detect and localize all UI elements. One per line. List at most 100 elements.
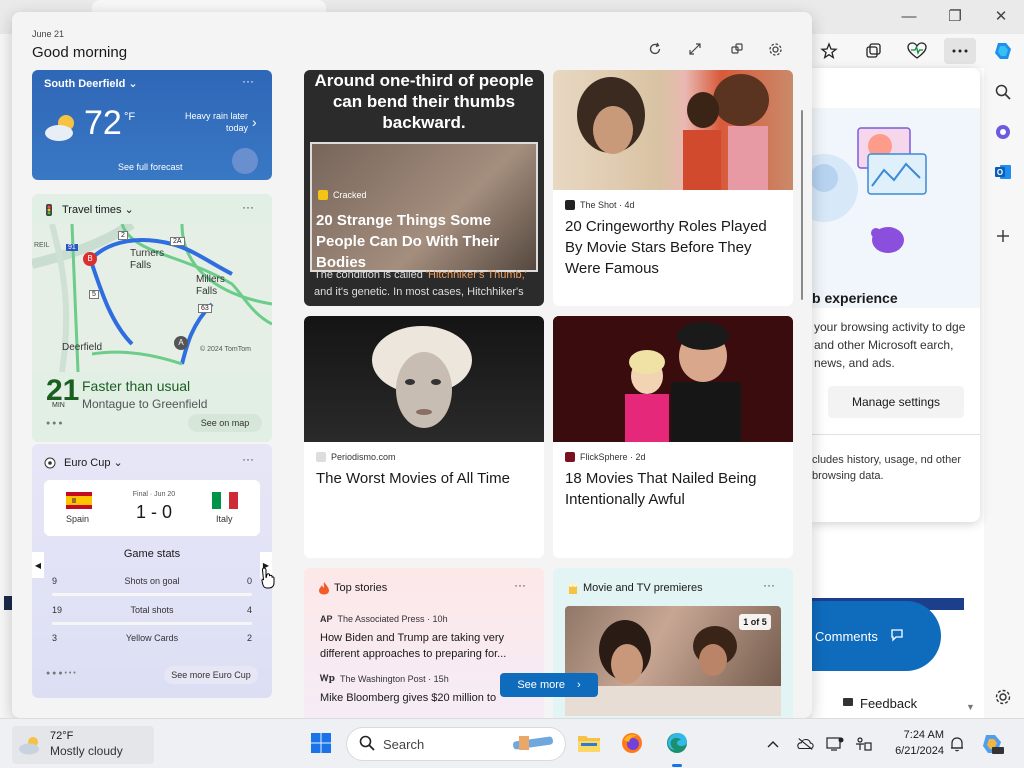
see-more-euro-cup-button[interactable]: See more Euro Cup xyxy=(164,666,258,684)
close-button[interactable]: ✕ xyxy=(984,6,1018,28)
news-headline[interactable]: 20 Cringeworthy Roles Played By Movie St… xyxy=(565,216,785,279)
news-source: FlickSphere · 2d xyxy=(565,452,646,462)
euro-more-icon[interactable]: ··· xyxy=(242,452,254,466)
firefox-icon[interactable] xyxy=(619,730,645,756)
see-more-button[interactable]: See more › xyxy=(500,673,598,697)
travel-times-widget[interactable]: Travel times ⌄ ··· B A Turners Falls Mil… xyxy=(32,194,272,442)
euro-cup-widget[interactable]: Euro Cup ⌄ ··· Spain Final · Jun 20 1 - … xyxy=(32,444,272,698)
comment-bubble-icon xyxy=(890,628,904,645)
chevron-right-icon[interactable]: › xyxy=(252,114,257,130)
taskbar-search-box[interactable]: Search xyxy=(346,727,566,761)
periodismo-logo-icon xyxy=(316,452,326,462)
restore-button[interactable]: ❐ xyxy=(938,6,972,28)
outlook-icon[interactable]: O xyxy=(992,161,1014,183)
search-placeholder: Search xyxy=(383,736,425,752)
more-options-icon[interactable] xyxy=(944,38,976,64)
top-stories-title[interactable]: Top stories xyxy=(334,582,387,594)
weather-widget[interactable]: South Deerfield ⌄ ··· 72 °F Heavy rain l… xyxy=(32,70,272,180)
widgets-settings-icon[interactable] xyxy=(764,38,786,60)
windows-start-icon[interactable] xyxy=(308,730,334,756)
favorites-star-icon[interactable] xyxy=(814,38,844,64)
widgets-scrollbar[interactable] xyxy=(801,110,803,300)
active-app-indicator xyxy=(672,764,682,767)
travel-more-icon[interactable]: ··· xyxy=(242,200,254,214)
manage-settings-button[interactable]: Manage settings xyxy=(828,386,964,418)
news-headline[interactable]: 20 Strange Things Some People Can Do Wit… xyxy=(316,210,536,273)
stat-away: 4 xyxy=(246,605,252,615)
stat-row: 3 Yellow Cards 2 xyxy=(52,633,252,647)
clock-date: 6/21/2024 xyxy=(895,745,944,757)
spain-flag-icon xyxy=(66,492,92,509)
wapo-logo-icon: Ꮃp xyxy=(320,674,335,684)
news-headline[interactable]: How Biden and Trump are taking very diff… xyxy=(320,630,530,662)
collections-icon[interactable] xyxy=(858,38,888,64)
comments-label: Comments xyxy=(815,628,878,644)
news-headline[interactable]: Mike Bloomberg gives $20 million to xyxy=(320,690,530,706)
copilot-sidebar-icon[interactable] xyxy=(992,121,1014,143)
radar-map-icon[interactable] xyxy=(232,148,258,174)
settings-gear-icon[interactable] xyxy=(992,686,1014,708)
pin-widgets-icon[interactable] xyxy=(726,38,748,60)
map-shield-63: 63 xyxy=(198,304,212,313)
news-headline[interactable]: 18 Movies That Nailed Being Intentionall… xyxy=(565,468,785,510)
mouse-cursor-icon xyxy=(260,566,276,595)
stat-bar xyxy=(52,593,252,596)
scroll-down-icon[interactable]: ▼ xyxy=(966,702,975,712)
stat-label: Yellow Cards xyxy=(125,633,179,643)
copilot-icon[interactable] xyxy=(988,38,1018,64)
taskbar-weather-temp: 72°F xyxy=(50,730,74,742)
euro-cup-title[interactable]: Euro Cup ⌄ xyxy=(64,456,123,469)
minimize-button[interactable]: — xyxy=(892,6,926,28)
browser-essentials-icon[interactable] xyxy=(902,38,932,64)
news-card-cracked[interactable]: Around one-third of people can bend thei… xyxy=(304,70,544,306)
news-headline[interactable]: The Worst Movies of All Time xyxy=(316,468,536,489)
weather-condition: Heavy rain later today xyxy=(184,111,248,133)
refresh-icon[interactable] xyxy=(644,38,666,60)
pagination-dots: ● ● ● xyxy=(46,420,63,427)
onedrive-paused-icon[interactable] xyxy=(796,735,814,753)
partly-cloudy-icon xyxy=(42,112,82,147)
news-card-worst-movies[interactable]: Periodismo.com The Worst Movies of All T… xyxy=(304,316,544,558)
game-stats-title: Game stats xyxy=(123,548,181,560)
system-clock[interactable]: 7:24 AM 6/21/2024 xyxy=(884,727,944,759)
news-card-the-shot[interactable]: The Shot · 4d 20 Cringeworthy Roles Play… xyxy=(553,70,793,306)
stat-away: 0 xyxy=(246,576,252,586)
notification-bell-icon[interactable] xyxy=(948,735,966,753)
popcorn-icon xyxy=(567,581,579,599)
match-score-card[interactable]: Spain Final · Jun 20 1 - 0 Italy xyxy=(44,480,260,536)
chevron-up-icon[interactable] xyxy=(764,735,782,753)
travel-times-title[interactable]: Travel times ⌄ xyxy=(62,203,134,216)
see-on-map-button[interactable]: See on map xyxy=(188,414,262,432)
movies-more-icon[interactable]: ··· xyxy=(763,578,775,592)
weather-more-icon[interactable]: ··· xyxy=(242,74,254,88)
weather-location[interactable]: South Deerfield ⌄ xyxy=(44,77,138,90)
accessibility-icon[interactable] xyxy=(854,735,872,753)
stat-row: 9 Shots on goal 0 xyxy=(52,576,252,590)
svg-text:O: O xyxy=(997,168,1003,177)
traffic-map[interactable]: B A Turners Falls Millers Falls Deerfiel… xyxy=(32,219,272,373)
travel-route: Montague to Greenfield xyxy=(82,397,208,411)
display-icon[interactable] xyxy=(826,735,844,753)
stat-row: 19 Total shots 4 xyxy=(52,605,252,619)
search-icon[interactable] xyxy=(992,81,1014,103)
edge-icon[interactable] xyxy=(664,730,690,756)
add-icon[interactable] xyxy=(992,225,1014,247)
see-full-forecast-link[interactable]: See full forecast xyxy=(118,162,183,172)
privacy-flyout: b experience your browsing activity to d… xyxy=(812,68,980,522)
news-card-flicksphere[interactable]: FlickSphere · 2d 18 Movies That Nailed B… xyxy=(553,316,793,558)
taskbar-weather-button[interactable]: 72°F Mostly cloudy xyxy=(12,726,154,764)
expand-icon[interactable] xyxy=(684,38,706,60)
map-label-turners-falls: Turners Falls xyxy=(130,248,165,271)
taskbar: 72°F Mostly cloudy Search 7:24 AM 6/21/2… xyxy=(0,718,1024,768)
news-source: Cracked xyxy=(318,190,367,200)
carousel-prev-button[interactable]: ◀ xyxy=(32,552,44,578)
comments-button[interactable]: Comments xyxy=(800,601,941,671)
top-stories-more-icon[interactable]: ··· xyxy=(514,578,526,592)
movie-premieres-title[interactable]: Movie and TV premieres xyxy=(583,582,703,594)
file-explorer-icon[interactable] xyxy=(576,730,602,756)
news-source: The Shot · 4d xyxy=(565,200,635,210)
flyout-title: b experience xyxy=(812,290,898,306)
feedback-button[interactable]: Feedback xyxy=(842,690,934,716)
image-overlay-text: Around one-third of people can bend thei… xyxy=(314,71,534,132)
copilot-preview-icon[interactable] xyxy=(980,732,1004,756)
